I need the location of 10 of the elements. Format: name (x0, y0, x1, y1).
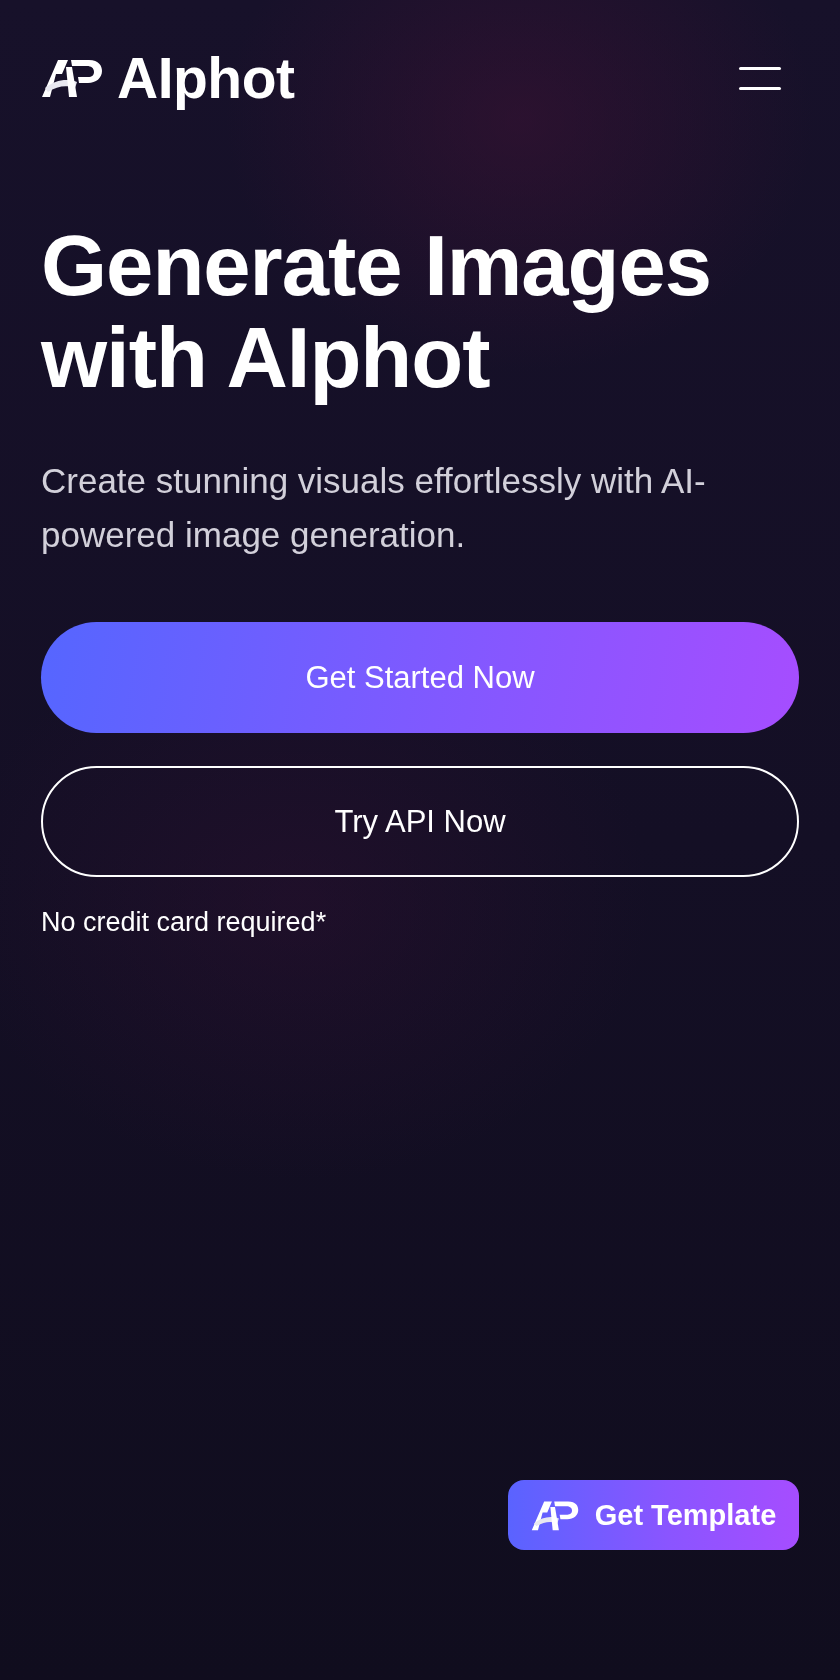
menu-icon[interactable] (739, 66, 781, 90)
get-template-button[interactable]: Get Template (508, 1480, 799, 1550)
logo-icon (41, 58, 103, 98)
hero-subtitle: Create stunning visuals effortlessly with AI-powered image generation. (41, 460, 707, 556)
brand-name[interactable]: AIphot (117, 47, 295, 109)
hero-title: Generate Images with AIphot (41, 220, 713, 404)
get-started-button[interactable]: Get Started Now (41, 622, 799, 733)
logo-icon (530, 1499, 579, 1531)
outline-button[interactable]: Try API Now (41, 766, 799, 877)
note-text: No credit card required* (41, 906, 328, 939)
